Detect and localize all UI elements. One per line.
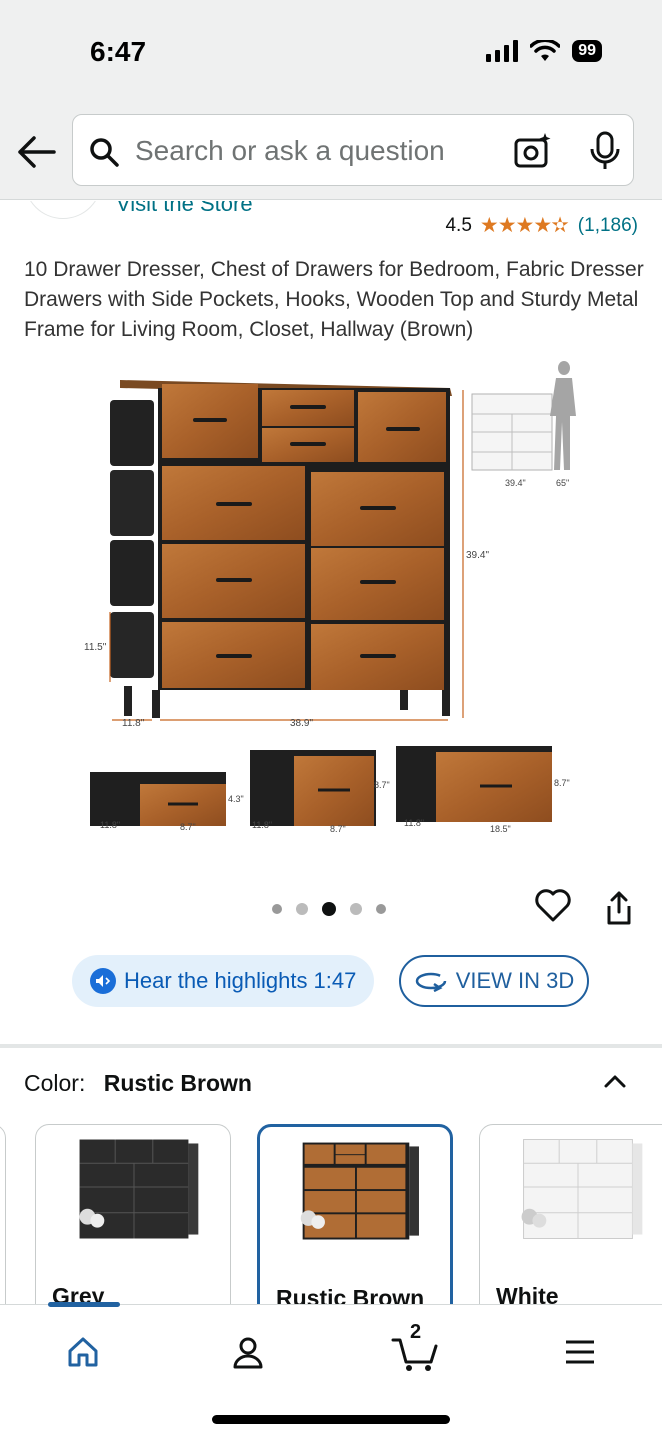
back-arrow-icon[interactable] bbox=[14, 130, 58, 174]
home-indicator bbox=[212, 1415, 450, 1424]
hear-highlights-button[interactable]: Hear the highlights 1:47 bbox=[72, 955, 374, 1007]
section-divider bbox=[0, 1044, 662, 1048]
product-title: 10 Drawer Dresser, Chest of Drawers for … bbox=[24, 258, 644, 341]
swatch-white[interactable]: White bbox=[479, 1124, 662, 1306]
search-icon bbox=[90, 138, 119, 167]
status-time: 6:47 bbox=[90, 36, 147, 67]
svg-text:11.8": 11.8" bbox=[100, 820, 120, 830]
swatch-image bbox=[521, 1139, 643, 1239]
wifi-icon bbox=[530, 40, 561, 61]
bottom-nav: 2 bbox=[0, 1302, 662, 1440]
hear-highlights-label: Hear the highlights 1:47 bbox=[124, 968, 357, 993]
rating-summary[interactable]: 4.5 ★★★★✫ (1,186) bbox=[445, 213, 638, 238]
share-icon[interactable] bbox=[602, 890, 636, 926]
rating-count[interactable]: (1,186) bbox=[578, 215, 638, 237]
signal-icon bbox=[486, 40, 519, 62]
svg-text:65": 65" bbox=[556, 478, 569, 488]
svg-text:8.7": 8.7" bbox=[554, 778, 570, 788]
svg-text:8.7": 8.7" bbox=[180, 822, 196, 832]
carousel-dot[interactable] bbox=[296, 903, 308, 915]
svg-text:38.9": 38.9" bbox=[290, 718, 313, 729]
hamburger-menu-icon bbox=[566, 1340, 594, 1364]
chevron-up-icon[interactable] bbox=[600, 1066, 630, 1096]
search-header: Search or ask a question bbox=[0, 100, 662, 200]
svg-text:11.5": 11.5" bbox=[84, 642, 107, 653]
svg-text:11.8": 11.8" bbox=[404, 818, 424, 828]
color-swatch-row: Grey Rustic Brown White bbox=[0, 1124, 662, 1306]
product-image[interactable]: 39.4" 38.9" 11.8" 11.5" 39.4" 65" 4.3" 8… bbox=[80, 352, 590, 852]
swatch-image bbox=[79, 1139, 199, 1239]
battery-indicator: 99 bbox=[572, 40, 602, 62]
status-bar: 6:47 99 bbox=[0, 0, 662, 100]
rating-value: 4.5 bbox=[445, 214, 472, 236]
color-selector-header: Color: Rustic Brown bbox=[24, 1070, 252, 1097]
swatch-image bbox=[300, 1142, 419, 1240]
home-icon bbox=[68, 1337, 98, 1367]
visit-store-link[interactable]: Visit the Store bbox=[116, 201, 253, 217]
camera-lens-icon[interactable] bbox=[513, 131, 553, 171]
status-icons: 99 bbox=[486, 40, 602, 62]
search-placeholder: Search or ask a question bbox=[135, 135, 445, 166]
nav-cart[interactable]: 2 bbox=[388, 1321, 442, 1377]
nav-home[interactable] bbox=[58, 1327, 108, 1377]
selected-color: Rustic Brown bbox=[103, 1070, 252, 1096]
microphone-icon[interactable] bbox=[587, 131, 623, 171]
search-input[interactable]: Search or ask a question bbox=[72, 114, 634, 186]
view-in-3d-label: VIEW IN 3D bbox=[455, 968, 575, 993]
swatch-label: Rustic Brown bbox=[276, 1285, 425, 1306]
store-logo[interactable] bbox=[24, 201, 102, 219]
carousel-dot[interactable] bbox=[376, 904, 386, 914]
carousel-dot[interactable] bbox=[350, 903, 362, 915]
svg-text:39.4": 39.4" bbox=[466, 550, 489, 561]
nav-account[interactable] bbox=[223, 1327, 273, 1377]
swatch-grey[interactable]: Grey bbox=[35, 1124, 231, 1306]
svg-text:11.8": 11.8" bbox=[122, 718, 145, 729]
star-rating-icon: ★★★★✫ bbox=[479, 214, 569, 237]
svg-text:8.7": 8.7" bbox=[330, 824, 346, 834]
carousel-dots[interactable] bbox=[272, 902, 386, 916]
svg-text:4.3": 4.3" bbox=[228, 794, 244, 804]
person-icon bbox=[233, 1337, 263, 1369]
svg-text:18.5": 18.5" bbox=[490, 824, 511, 834]
rotate-3d-icon bbox=[415, 972, 446, 992]
swatch-label: White bbox=[496, 1283, 559, 1306]
swatch-offscreen[interactable] bbox=[0, 1124, 6, 1306]
nav-menu[interactable] bbox=[555, 1327, 605, 1377]
nav-active-indicator bbox=[48, 1302, 120, 1307]
view-in-3d-button[interactable]: VIEW IN 3D bbox=[399, 955, 589, 1007]
cart-count-badge: 2 bbox=[410, 1321, 422, 1343]
svg-text:39.4": 39.4" bbox=[505, 478, 526, 488]
heart-icon[interactable] bbox=[534, 886, 572, 924]
svg-text:8.7": 8.7" bbox=[374, 780, 390, 790]
svg-text:11.8": 11.8" bbox=[252, 820, 272, 830]
carousel-dot-active[interactable] bbox=[322, 902, 336, 916]
speaker-icon bbox=[90, 968, 116, 994]
color-label: Color: bbox=[24, 1070, 86, 1096]
carousel-dot[interactable] bbox=[272, 904, 282, 914]
swatch-rustic-brown[interactable]: Rustic Brown bbox=[257, 1124, 453, 1306]
